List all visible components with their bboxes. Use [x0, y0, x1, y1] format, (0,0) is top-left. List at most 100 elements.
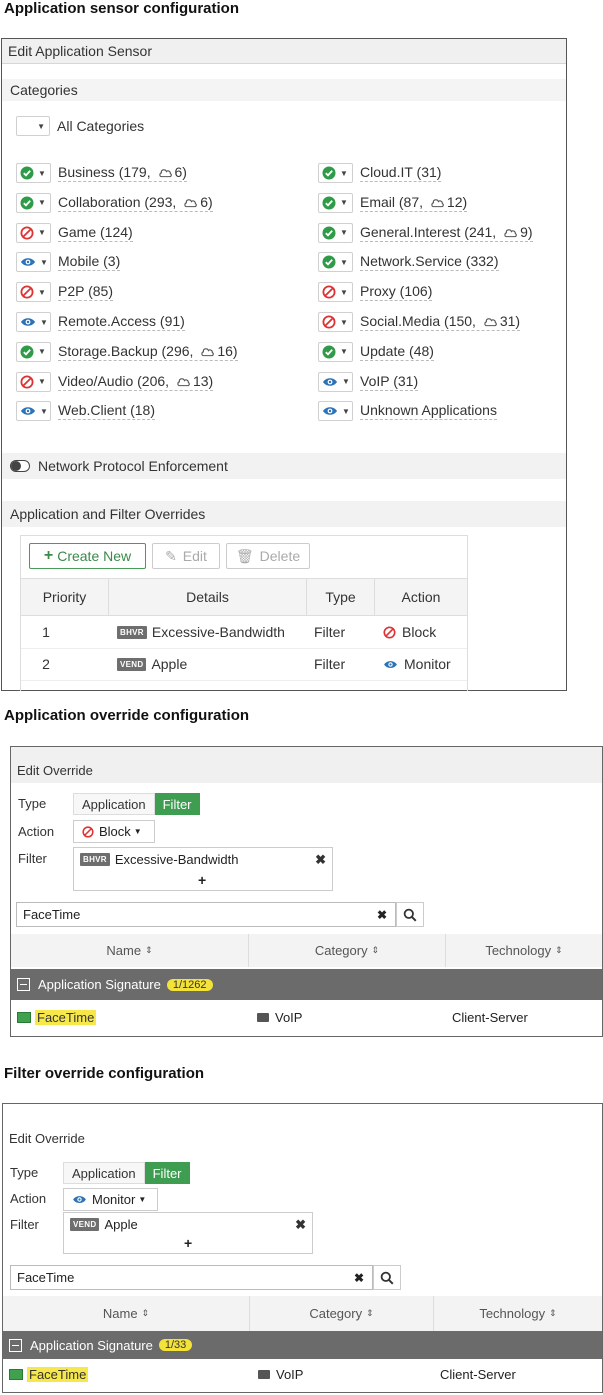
close-icon[interactable]: ✖ [315, 852, 326, 868]
col-name[interactable]: Name ⇕ [11, 934, 249, 967]
type-application-option[interactable]: Application [73, 793, 155, 815]
eye-icon [383, 659, 398, 670]
col-category[interactable]: Category ⇕ [249, 934, 446, 967]
all-categories-dropdown[interactable]: ▼ [16, 116, 50, 136]
category-row[interactable]: ▼ Storage.Backup (296, 16) [16, 340, 238, 364]
type-label: Type [18, 796, 47, 811]
category-action-dropdown[interactable]: ▼ [16, 401, 51, 422]
group-row[interactable]: Application Signature 1/1262 [11, 969, 602, 1000]
category-action-dropdown[interactable]: ▼ [318, 252, 353, 273]
category-row[interactable]: ▼ Collaboration (293, 6) [16, 191, 213, 215]
category-row[interactable]: ▼ Business (179, 6) [16, 161, 187, 185]
row-details: VEND Apple [117, 648, 307, 680]
type-toggle[interactable]: Application Filter [73, 793, 200, 815]
category-action-dropdown[interactable]: ▼ [16, 163, 51, 183]
panel-title: Edit Application Sensor [2, 39, 566, 64]
toggle-switch[interactable] [10, 460, 30, 472]
col-action[interactable]: Action [375, 578, 467, 616]
category-action-dropdown[interactable]: ▼ [16, 312, 51, 332]
edit-application-sensor-panel: Edit Application Sensor Categories ▼ All… [1, 38, 567, 691]
category-row[interactable]: ▼ General.Interest (241, 9) [318, 221, 533, 245]
edit-button[interactable]: ✎ Edit [152, 543, 220, 569]
category-row[interactable]: ▼ Network.Service (332) [318, 250, 499, 274]
result-name: FaceTime [35, 1010, 97, 1025]
category-action-dropdown[interactable]: ▼ [318, 371, 353, 392]
check-icon [322, 196, 336, 210]
all-categories-selector[interactable]: ▼ All Categories [16, 114, 144, 138]
create-new-button[interactable]: + Create New [29, 543, 146, 569]
col-type[interactable]: Type [307, 578, 375, 616]
col-priority[interactable]: Priority [21, 578, 109, 616]
category-action-dropdown[interactable]: ▼ [318, 341, 353, 362]
result-row[interactable]: FaceTime VoIP Client-Server [11, 1000, 602, 1036]
filter-box[interactable]: BHVR Excessive-Bandwidth ✖ + [73, 847, 333, 891]
search-input[interactable]: FaceTime ✖ [10, 1265, 373, 1290]
type-filter-option[interactable]: Filter [144, 1162, 190, 1184]
add-filter-icon[interactable]: + [184, 1235, 192, 1251]
col-name[interactable]: Name ⇕ [3, 1296, 250, 1331]
category-action-dropdown[interactable]: ▼ [16, 341, 51, 362]
search-input[interactable]: FaceTime ✖ [16, 902, 396, 927]
type-filter-option[interactable]: Filter [154, 793, 200, 815]
type-label: Type [10, 1165, 39, 1180]
result-name-cell: FaceTime [17, 1010, 97, 1025]
action-dropdown[interactable]: Block ▼ [73, 820, 155, 843]
category-row[interactable]: ▼ VoIP (31) [318, 370, 419, 394]
category-row[interactable]: ▼ Proxy (106) [318, 280, 433, 304]
category-row[interactable]: ▼ Web.Client (18) [16, 399, 156, 423]
clear-search-icon[interactable]: ✖ [377, 908, 387, 922]
check-icon [20, 345, 34, 359]
chevron-down-icon: ▼ [340, 168, 348, 178]
result-row[interactable]: FaceTime VoIP Client-Server [3, 1359, 602, 1392]
category-action-dropdown[interactable]: ▼ [318, 282, 353, 303]
category-action-dropdown[interactable]: ▼ [318, 163, 353, 183]
category-row[interactable]: ▼ P2P (85) [16, 280, 113, 304]
col-technology[interactable]: Technology ⇕ [434, 1296, 602, 1331]
category-name: Cloud.IT (31) [360, 164, 442, 180]
col-details[interactable]: Details [109, 578, 307, 616]
group-row[interactable]: Application Signature 1/33 [3, 1331, 602, 1359]
category-row[interactable]: ▼ Mobile (3) [16, 250, 121, 274]
type-application-option[interactable]: Application [63, 1162, 145, 1184]
category-action-dropdown[interactable]: ▼ [318, 192, 353, 213]
category-row[interactable]: ▼ Email (87, 12) [318, 191, 468, 215]
col-category[interactable]: Category ⇕ [250, 1296, 434, 1331]
category-action-dropdown[interactable]: ▼ [16, 252, 51, 273]
category-action-dropdown[interactable]: ▼ [318, 312, 353, 332]
row-details-text: Apple [151, 656, 188, 672]
protocol-enforcement-row: Network Protocol Enforcement [2, 453, 566, 479]
category-label: Game (124) [58, 224, 133, 242]
clear-search-icon[interactable]: ✖ [354, 1271, 364, 1285]
category-row[interactable]: ▼ Game (124) [16, 221, 133, 245]
close-icon[interactable]: ✖ [295, 1217, 306, 1233]
category-row[interactable]: ▼ Unknown Applications [318, 399, 497, 423]
table-row[interactable]: 2 VEND Apple Filter Monitor [21, 648, 467, 681]
category-action-dropdown[interactable]: ▼ [318, 401, 353, 422]
col-technology[interactable]: Technology ⇕ [446, 934, 602, 967]
delete-button[interactable]: 🗑 Delete [226, 543, 310, 569]
row-details: BHVR Excessive-Bandwidth [117, 616, 307, 648]
category-action-dropdown[interactable]: ▼ [318, 222, 353, 243]
category-row[interactable]: ▼ Social.Media (150, 31) [318, 310, 521, 334]
category-row[interactable]: ▼ Update (48) [318, 340, 434, 364]
search-icon[interactable] [373, 1265, 401, 1290]
collapse-icon[interactable] [17, 978, 30, 991]
category-action-dropdown[interactable]: ▼ [16, 371, 51, 392]
table-row[interactable]: 1 BHVR Excessive-Bandwidth Filter Block [21, 616, 467, 649]
category-action-dropdown[interactable]: ▼ [16, 282, 51, 303]
category-label: Email (87, 12) [360, 194, 468, 212]
category-action-dropdown[interactable]: ▼ [16, 192, 51, 213]
search-icon[interactable] [396, 902, 424, 927]
action-dropdown[interactable]: Monitor ▼ [63, 1188, 158, 1211]
filter-box[interactable]: VEND Apple ✖ + [63, 1212, 313, 1254]
category-label: Business (179, 6) [58, 164, 187, 182]
check-icon [322, 255, 336, 269]
category-row[interactable]: ▼ Video/Audio (206, 13) [16, 370, 214, 394]
category-action-dropdown[interactable]: ▼ [16, 222, 51, 243]
collapse-icon[interactable] [9, 1338, 22, 1352]
category-row[interactable]: ▼ Cloud.IT (31) [318, 161, 442, 185]
category-row[interactable]: ▼ Remote.Access (91) [16, 310, 185, 334]
row-action: Block [383, 616, 473, 648]
add-filter-icon[interactable]: + [198, 872, 206, 888]
type-toggle[interactable]: Application Filter [63, 1162, 190, 1184]
